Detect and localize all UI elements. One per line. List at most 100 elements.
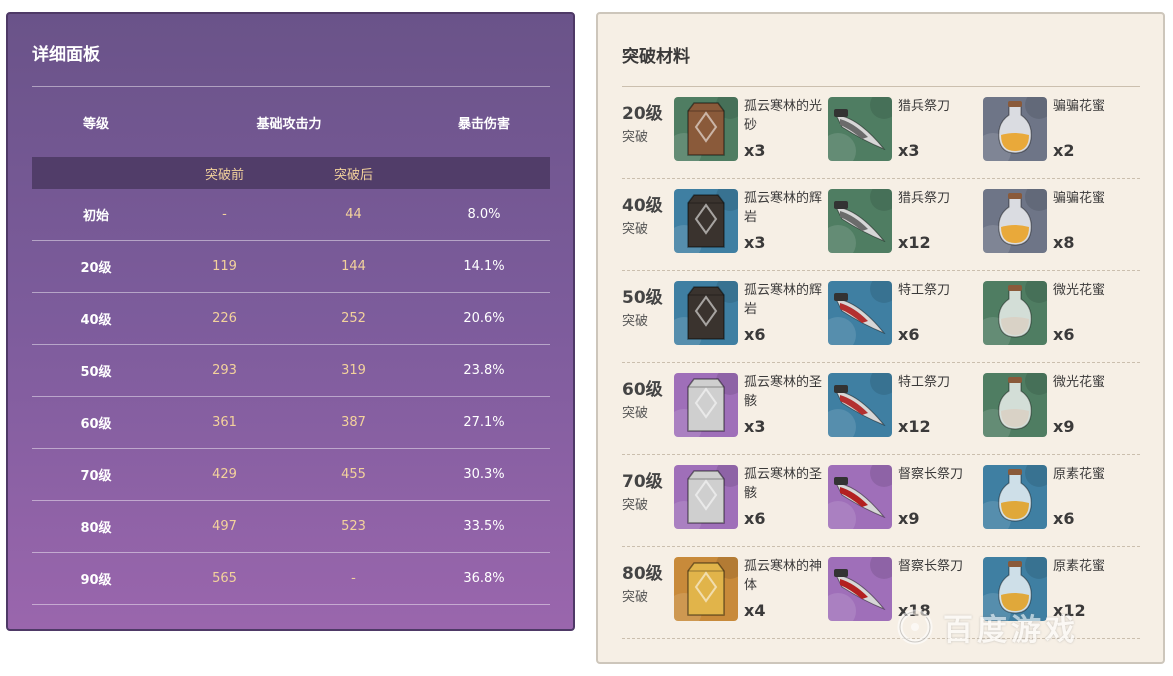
ascension-level-label: 80级 突破 — [622, 559, 672, 605]
material-item[interactable]: 督察长祭刀 x18 — [828, 557, 978, 623]
nectar-bottle-icon — [983, 97, 1047, 161]
stats-row: 40级 226 252 20.6% — [32, 293, 550, 345]
stats-level-cell: 70级 — [80, 469, 112, 484]
stats-rows: 初始 - 44 8.0% 20级 119 144 14.1% 40级 226 252 20.6% 50级… — [32, 189, 550, 605]
material-item[interactable]: 骗骗花蜜 x8 — [983, 189, 1133, 255]
material-quantity: x8 — [1053, 233, 1075, 252]
material-thumbnail — [983, 373, 1047, 437]
materials-row: 40级 突破 孤云寒林的辉岩 x3 猎兵祭刀 x12 骗骗花蜜 x8 — [622, 179, 1140, 271]
stats-row: 60级 361 387 27.1% — [32, 397, 550, 449]
stats-crit-cell: 8.0% — [467, 207, 501, 222]
ascension-level: 40级 — [622, 196, 663, 216]
stats-after-cell: 387 — [341, 415, 366, 430]
material-item[interactable]: 特工祭刀 x12 — [828, 373, 978, 439]
stats-header-row: 等级 基础攻击力 暴击伤害 — [32, 87, 550, 157]
stats-row: 80级 497 523 33.5% — [32, 501, 550, 553]
material-thumbnail — [983, 189, 1047, 253]
stats-after-cell: 44 — [345, 207, 362, 222]
material-thumbnail — [828, 557, 892, 621]
material-name: 孤云寒林的神体 — [744, 559, 823, 593]
material-item[interactable]: 督察长祭刀 x9 — [828, 465, 978, 531]
material-item[interactable]: 孤云寒林的神体 x4 — [674, 557, 824, 623]
material-item[interactable]: 原素花蜜 x12 — [983, 557, 1133, 623]
ascension-level-label: 70级 突破 — [622, 467, 672, 513]
ascension-type: 突破 — [622, 222, 649, 237]
ascension-level-label: 40级突破 — [622, 191, 672, 237]
stats-level-cell: 50级 — [80, 365, 112, 380]
subheader-after-ascension: 突破后 — [333, 167, 373, 183]
stats-level-cell: 80级 — [80, 521, 112, 536]
material-name: 原素花蜜 — [1053, 467, 1106, 482]
material-name: 微光花蜜 — [1053, 375, 1106, 390]
material-quantity: x2 — [1053, 141, 1075, 160]
ascension-type: 突破 — [622, 590, 649, 605]
ascension-level: 20级 — [622, 104, 663, 124]
material-quantity: x6 — [744, 325, 766, 344]
subheader-before-ascension: 突破前 — [204, 167, 244, 183]
stats-level-cell: 40级 — [80, 313, 112, 328]
blade-icon — [828, 97, 892, 161]
ascension-level-label: 20级 突破 — [622, 99, 672, 145]
material-item[interactable]: 孤云寒林的辉岩 x6 — [674, 281, 824, 347]
stats-before-cell: 119 — [212, 259, 237, 274]
material-item[interactable]: 原素花蜜 x6 — [983, 465, 1133, 531]
material-name: 孤云寒林的圣骸 — [744, 467, 823, 501]
material-quantity: x9 — [1053, 417, 1075, 436]
material-item[interactable]: 微光花蜜 x9 — [983, 373, 1133, 439]
material-name: 微光花蜜 — [1053, 283, 1106, 298]
material-thumbnail — [674, 189, 738, 253]
nectar-vial-icon — [983, 373, 1047, 437]
stats-crit-cell: 33.5% — [463, 519, 505, 534]
material-name: 猎兵祭刀 — [898, 191, 951, 206]
ascension-level-label: 60级突破 — [622, 375, 672, 421]
material-thumbnail — [828, 373, 892, 437]
material-thumbnail — [828, 97, 892, 161]
material-name: 原素花蜜 — [1053, 559, 1106, 574]
blade-icon — [828, 189, 892, 253]
material-item[interactable]: 孤云寒林的光砂 x3 — [674, 97, 824, 163]
material-item[interactable]: 孤云寒林的圣骸 x6 — [674, 465, 824, 531]
stats-level-cell: 60级 — [80, 417, 112, 432]
material-thumbnail — [674, 373, 738, 437]
stats-after-cell: 455 — [341, 467, 366, 482]
material-name: 督察长祭刀 — [898, 559, 964, 574]
material-name: 孤云寒林的圣骸 — [744, 375, 823, 409]
stone-fragment-icon — [674, 189, 738, 253]
stats-row: 初始 - 44 8.0% — [32, 189, 550, 241]
material-thumbnail — [983, 97, 1047, 161]
material-thumbnail — [674, 281, 738, 345]
stone-fragment-icon — [674, 281, 738, 345]
material-thumbnail — [828, 465, 892, 529]
material-item[interactable]: 孤云寒林的辉岩 x3 — [674, 189, 824, 255]
material-item[interactable]: 骗骗花蜜 x2 — [983, 97, 1133, 163]
stone-chunk-icon — [674, 465, 738, 529]
stats-row: 70级 429 455 30.3% — [32, 449, 550, 501]
blade-icon — [828, 281, 892, 345]
material-name: 骗骗花蜜 — [1053, 191, 1106, 206]
material-item[interactable]: 特工祭刀 x6 — [828, 281, 978, 347]
material-item[interactable]: 孤云寒林的圣骸 x3 — [674, 373, 824, 439]
stone-gemstone-icon — [674, 557, 738, 621]
material-quantity: x3 — [898, 141, 920, 160]
material-quantity: x4 — [744, 601, 766, 620]
material-item[interactable]: 猎兵祭刀 x12 — [828, 189, 978, 255]
stats-row: 50级 293 319 23.8% — [32, 345, 550, 397]
blade-icon — [828, 557, 892, 621]
ascension-level: 60级 — [622, 380, 663, 400]
material-quantity: x18 — [898, 601, 931, 620]
stats-before-cell: 226 — [212, 311, 237, 326]
material-quantity: x3 — [744, 141, 766, 160]
stone-sliver-icon — [674, 97, 738, 161]
ascension-materials-panel: 突破材料 20级 突破 孤云寒林的光砂 x3 猎兵祭刀 x3 骗骗花蜜 x2 40级 突破 孤云寒林… — [596, 12, 1165, 664]
material-quantity: x3 — [744, 233, 766, 252]
material-thumbnail — [828, 189, 892, 253]
ascension-type: 突破 — [622, 406, 649, 421]
blade-icon — [828, 465, 892, 529]
stats-before-cell: 429 — [212, 467, 237, 482]
material-item[interactable]: 猎兵祭刀 x3 — [828, 97, 978, 163]
material-item[interactable]: 微光花蜜 x6 — [983, 281, 1133, 347]
stats-crit-cell: 30.3% — [463, 467, 505, 482]
material-thumbnail — [674, 557, 738, 621]
material-quantity: x12 — [898, 417, 931, 436]
ascension-level: 50级 — [622, 288, 663, 308]
